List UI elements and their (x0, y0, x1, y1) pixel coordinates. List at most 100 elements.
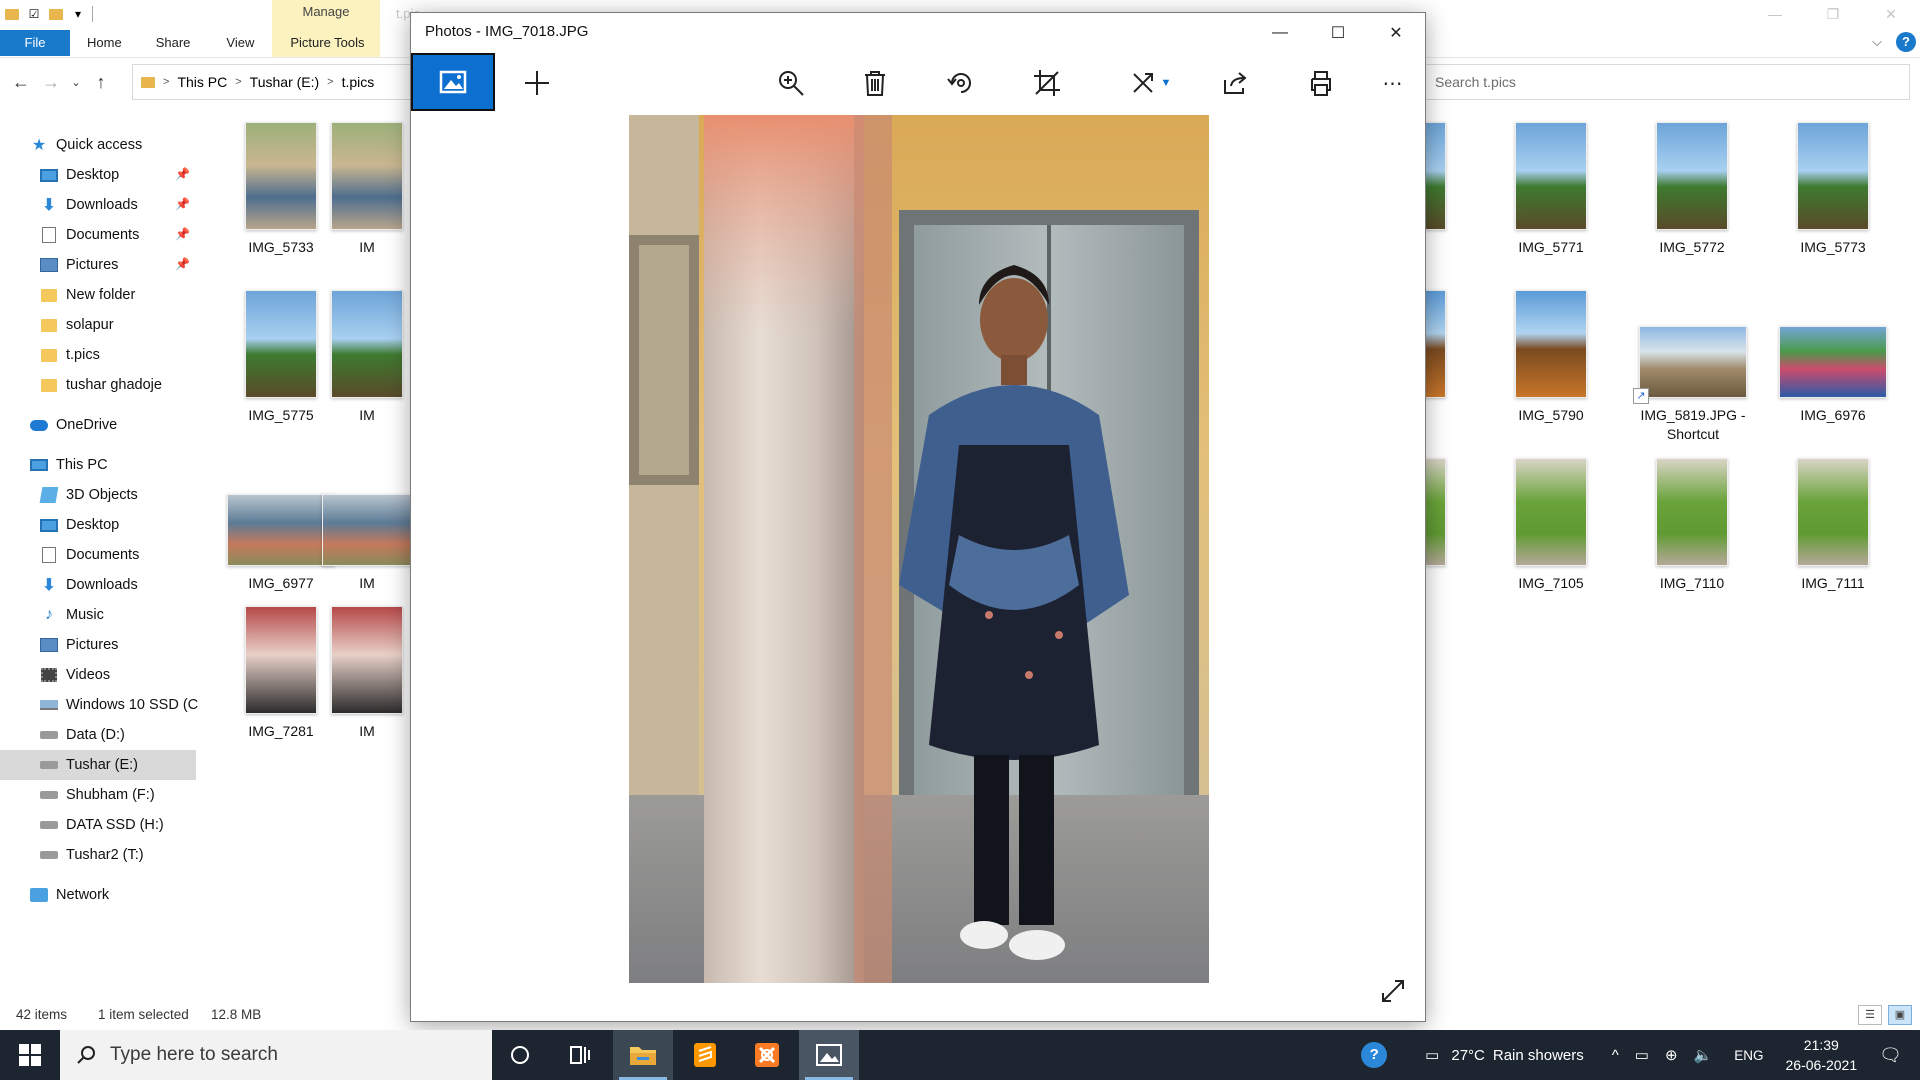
expand-ribbon-icon[interactable]: ⌵ (1872, 34, 1882, 50)
help-tray-icon[interactable]: ? (1361, 1042, 1388, 1068)
more-options-button[interactable]: ⋯ (1373, 63, 1413, 103)
tab-view[interactable]: View (206, 30, 272, 56)
nav-new-folder[interactable]: New folder (0, 280, 196, 310)
file-tile[interactable]: IMG_7111 (1768, 458, 1898, 593)
task-view-button[interactable] (550, 1030, 610, 1080)
pin-icon[interactable]: 📌 (175, 257, 190, 271)
nav-drive-t[interactable]: Tushar2 (T:) (0, 840, 196, 870)
large-icons-view-icon[interactable]: ▣ (1888, 1005, 1912, 1025)
nav-quick-access[interactable]: ★ Quick access (0, 130, 196, 160)
crop-button[interactable] (1027, 63, 1067, 103)
add-to-button[interactable] (517, 63, 557, 103)
breadcrumb-this-pc[interactable]: This PC (177, 74, 227, 90)
up-icon[interactable]: ↑ (86, 72, 116, 93)
nav-solapur[interactable]: solapur (0, 310, 196, 340)
nav-network[interactable]: Network (0, 880, 196, 910)
breadcrumb-tushar-e[interactable]: Tushar (E:) (250, 74, 320, 90)
nav-pc-pictures[interactable]: Pictures (0, 630, 196, 660)
nav-drive-f[interactable]: Shubham (F:) (0, 780, 196, 810)
nav-pc-documents[interactable]: Documents (0, 540, 196, 570)
forward-icon[interactable]: → (36, 72, 66, 93)
close-button[interactable]: ✕ (1862, 0, 1920, 28)
file-tile-shortcut[interactable]: ↗ IMG_5819.JPG - Shortcut (1627, 326, 1759, 444)
nav-drive-h[interactable]: DATA SSD (H:) (0, 810, 196, 840)
breadcrumb-tpics[interactable]: t.pics (342, 74, 375, 90)
pin-icon[interactable]: 📌 (175, 197, 190, 211)
close-button[interactable]: ✕ (1367, 13, 1425, 53)
customize-qat-icon[interactable]: ▾ (70, 6, 86, 22)
taskbar-sublime-text[interactable] (675, 1030, 735, 1080)
taskbar-search-input[interactable]: Type here to search (60, 1030, 492, 1080)
nav-downloads[interactable]: ⬇ Downloads 📌 (0, 190, 196, 220)
file-tile[interactable]: IMG_5772 (1627, 122, 1757, 257)
help-icon[interactable]: ? (1896, 32, 1916, 52)
delete-button[interactable] (855, 63, 895, 103)
tab-home[interactable]: Home (70, 30, 138, 56)
folder-icon[interactable] (4, 6, 20, 22)
fullscreen-button[interactable] (1373, 971, 1413, 1011)
back-icon[interactable]: ← (6, 72, 36, 93)
pin-icon[interactable]: 📌 (175, 167, 190, 181)
language-indicator[interactable]: ENG (1734, 1048, 1763, 1063)
tab-file[interactable]: File (0, 30, 70, 56)
print-button[interactable] (1301, 63, 1341, 103)
nav-drive-e[interactable]: Tushar (E:) (0, 750, 196, 780)
nav-drive-d[interactable]: Data (D:) (0, 720, 196, 750)
weather-icon[interactable]: ▭ (1425, 1046, 1439, 1064)
file-tile[interactable]: IM (322, 290, 412, 425)
weather-description[interactable]: Rain showers (1493, 1047, 1584, 1064)
file-tile[interactable]: IMG_5790 (1486, 290, 1616, 425)
file-tile[interactable]: IMG_5773 (1768, 122, 1898, 257)
start-button[interactable] (0, 1030, 60, 1080)
file-tile[interactable]: IM (322, 122, 412, 257)
nav-onedrive[interactable]: OneDrive (0, 410, 196, 440)
chevron-up-icon[interactable]: ^ (1612, 1047, 1619, 1064)
nav-pictures[interactable]: Pictures 📌 (0, 250, 196, 280)
taskbar-photos[interactable] (799, 1030, 859, 1080)
nav-videos[interactable]: Videos (0, 660, 196, 690)
see-all-photos-button[interactable] (411, 53, 495, 111)
nav-documents[interactable]: Documents 📌 (0, 220, 196, 250)
file-tile[interactable]: IM (322, 606, 412, 741)
minimize-button[interactable]: — (1746, 0, 1804, 28)
properties-icon[interactable]: ☑ (26, 6, 42, 22)
zoom-button[interactable] (771, 63, 811, 103)
volume-icon[interactable]: 🔈 (1694, 1046, 1713, 1064)
nav-drive-c[interactable]: Windows 10 SSD (C (0, 690, 198, 720)
details-view-icon[interactable]: ☰ (1858, 1005, 1882, 1025)
rotate-button[interactable] (941, 63, 981, 103)
recent-locations-icon[interactable]: ⌄ (66, 76, 86, 89)
pin-icon[interactable]: 📌 (175, 227, 190, 241)
nav-tushar-ghadoje[interactable]: tushar ghadoje (0, 370, 196, 400)
restore-button[interactable]: ❐ (1804, 0, 1862, 28)
globe-icon[interactable]: ⊕ (1665, 1046, 1678, 1064)
file-tile[interactable]: IMG_7110 (1627, 458, 1757, 593)
file-tile[interactable]: IMG_6976 (1768, 326, 1898, 425)
address-bar[interactable]: > This PC > Tushar (E:) > t.pics (132, 64, 412, 100)
minimize-button[interactable]: — (1251, 13, 1309, 53)
clock[interactable]: 21:39 26-06-2021 (1786, 1035, 1858, 1075)
edit-create-button[interactable]: ▼ (1125, 63, 1177, 103)
nav-3d-objects[interactable]: 3D Objects (0, 480, 196, 510)
share-button[interactable] (1215, 63, 1255, 103)
nav-pc-downloads[interactable]: ⬇ Downloads (0, 570, 196, 600)
weather-temperature[interactable]: 27°C (1451, 1047, 1485, 1064)
new-folder-icon[interactable] (48, 6, 64, 22)
taskbar-file-explorer[interactable] (613, 1030, 673, 1080)
nav-this-pc[interactable]: This PC (0, 450, 196, 480)
nav-music[interactable]: ♪ Music (0, 600, 196, 630)
file-tile[interactable]: IMG_5771 (1486, 122, 1616, 257)
photo-display[interactable] (629, 115, 1209, 983)
nav-tpics[interactable]: t.pics (0, 340, 196, 370)
notifications-icon[interactable]: 🗨 (1879, 1045, 1902, 1066)
taskbar-xampp[interactable] (737, 1030, 797, 1080)
cortana-button[interactable] (490, 1030, 550, 1080)
file-tile[interactable]: IMG_7105 (1486, 458, 1616, 593)
tab-picture-tools[interactable]: Picture Tools (272, 30, 382, 56)
nav-pc-desktop[interactable]: Desktop (0, 510, 196, 540)
battery-icon[interactable]: ▭ (1635, 1046, 1649, 1064)
nav-desktop[interactable]: Desktop 📌 (0, 160, 196, 190)
maximize-button[interactable]: ☐ (1309, 13, 1367, 53)
file-tile[interactable]: IM (322, 494, 430, 593)
search-input[interactable]: Search t.pics (1420, 64, 1910, 100)
